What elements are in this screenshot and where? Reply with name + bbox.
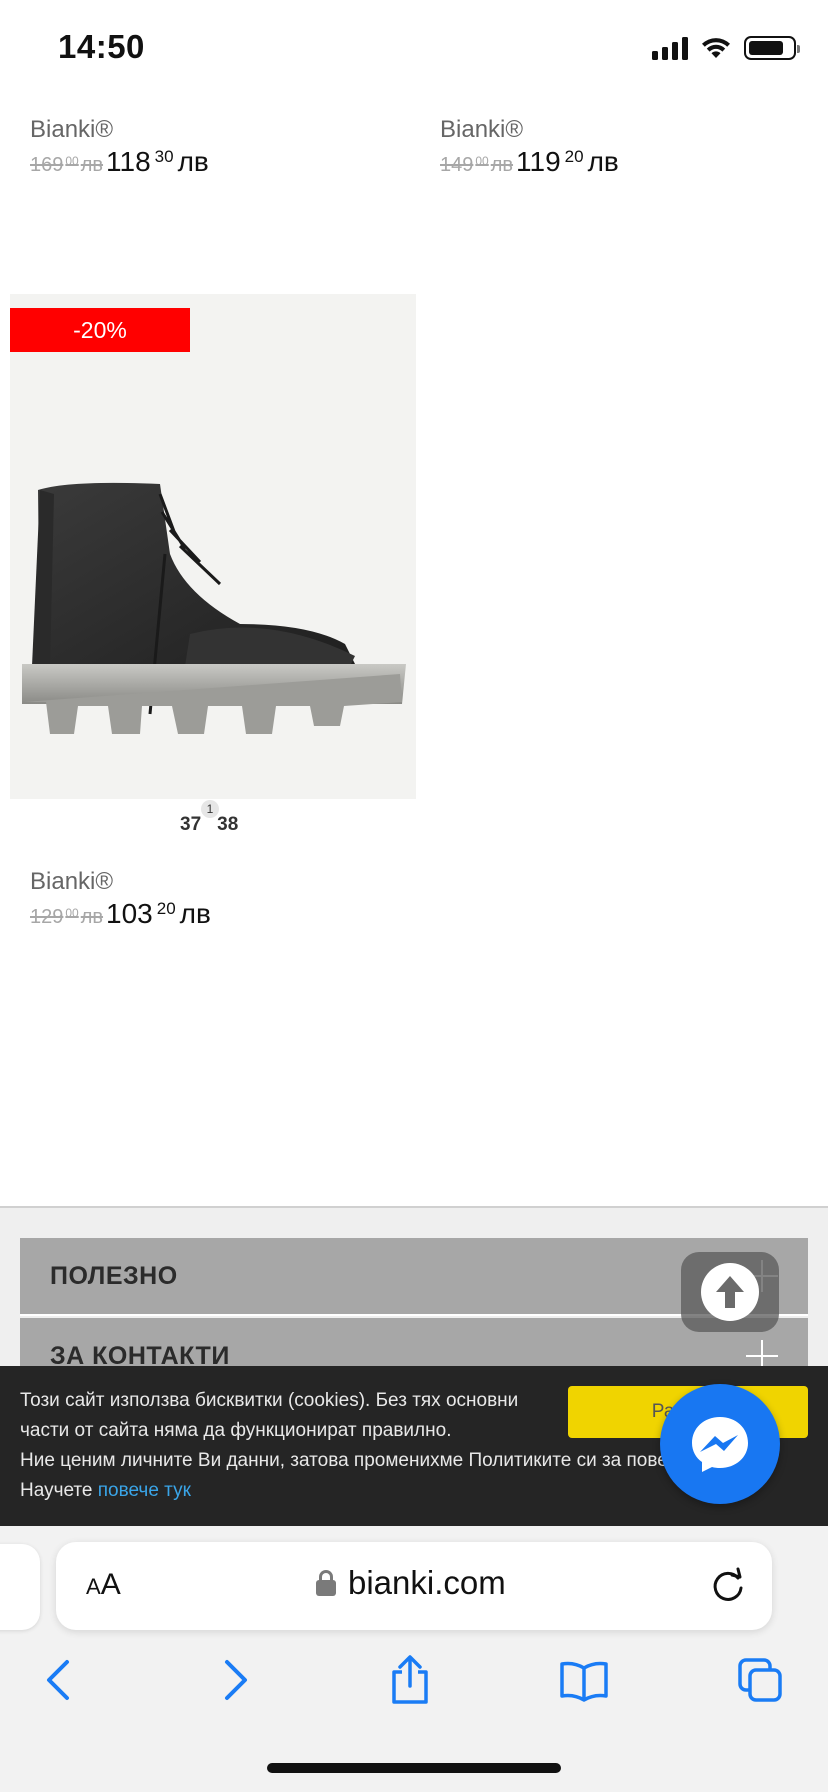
cookie-more-link[interactable]: повече тук [98,1480,191,1501]
new-price: 119 20 лв [516,146,619,177]
battery-icon [744,36,800,60]
size-option[interactable]: 38 [217,814,238,836]
messenger-icon [692,1417,748,1472]
status-bar: 14:50 [0,0,828,98]
product-brand[interactable]: Bianki® [440,116,619,144]
boot-image [22,482,406,734]
product-card[interactable]: Bianki® 129 00 лв 103 20 лв [30,868,211,930]
back-button[interactable] [28,1650,88,1710]
product-card[interactable]: Bianki® 149 00 лв 119 20 лв [440,116,619,178]
previous-tab[interactable] [0,1544,40,1630]
status-time: 14:50 [58,28,145,65]
forward-button[interactable] [206,1650,266,1710]
new-price: 118 30 лв [106,146,209,177]
footer-section-title: ПОЛЕЗНО [50,1262,178,1290]
tabs-button[interactable] [730,1650,790,1710]
price-row: 149 00 лв 119 20 лв [440,146,619,178]
discount-badge: -20% [10,308,190,352]
browser-toolbar [0,1650,828,1710]
product-brand[interactable]: Bianki® [30,868,211,896]
old-price: 169 00 лв [30,154,104,176]
size-options: 37 1 38 [180,800,238,836]
old-price: 129 00 лв [30,906,104,928]
arrow-up-icon [701,1263,759,1321]
bookmarks-button[interactable] [554,1650,614,1710]
share-icon [392,1655,428,1704]
reader-settings-button[interactable]: AA [86,1568,121,1602]
forward-icon [225,1660,247,1700]
address-bar[interactable]: AA bianki.com [56,1542,772,1630]
status-icons [652,36,800,60]
signal-icon [652,36,688,60]
product-image[interactable]: -20% [10,294,416,799]
new-price: 103 20 лв [106,898,211,929]
url-display[interactable]: bianki.com [316,1564,506,1602]
share-button[interactable] [380,1650,440,1710]
product-card[interactable]: Bianki® 169 00 лв 118 30 лв [30,116,209,178]
old-price: 149 00 лв [440,154,514,176]
home-indicator [267,1763,561,1773]
lock-icon [316,1570,336,1596]
tabs-icon [738,1658,782,1702]
scroll-to-top-button[interactable] [681,1252,779,1332]
size-option[interactable]: 37 1 [180,800,219,836]
wifi-icon [702,38,730,58]
reload-icon[interactable] [710,1566,746,1604]
back-icon [47,1660,69,1700]
price-row: 169 00 лв 118 30 лв [30,146,209,178]
price-row: 129 00 лв 103 20 лв [30,898,211,930]
product-brand[interactable]: Bianki® [30,116,209,144]
bookmarks-icon [560,1661,608,1702]
messenger-chat-button[interactable] [660,1384,780,1504]
url-text: bianki.com [348,1564,506,1601]
